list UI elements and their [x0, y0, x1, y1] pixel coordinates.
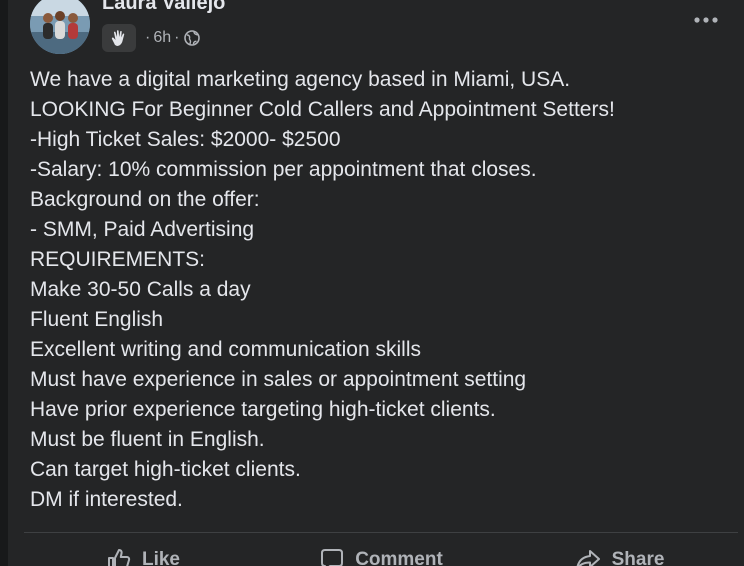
meta-separator: · [174, 29, 180, 46]
post-line: -High Ticket Sales: $2000- $2500 [30, 128, 341, 151]
thumbs-up-icon [106, 547, 132, 566]
comment-button[interactable]: Comment [262, 538, 500, 566]
post-line: Must be fluent in English. [30, 428, 265, 451]
post-line: Have prior experience targeting high-tic… [30, 398, 496, 421]
post-line: REQUIREMENTS: [30, 248, 206, 271]
post-line: We have a digital marketing agency based… [30, 68, 571, 91]
globe-icon[interactable] [184, 30, 201, 46]
comment-icon [319, 547, 345, 566]
avatar[interactable] [30, 0, 90, 54]
post-line: Make 30-50 Calls a day [30, 278, 251, 301]
post-line: Can target high-ticket clients. [30, 458, 301, 481]
post-line: - SMM, Paid Advertising [30, 218, 255, 241]
share-button[interactable]: Share [500, 538, 738, 566]
post-action-bar: Like Comment Share [24, 538, 738, 566]
post-line: -Salary: 10% commission per appointment … [30, 158, 537, 181]
like-label: Like [141, 549, 181, 566]
post-line: LOOKING For Beginner Cold Callers and Ap… [30, 98, 615, 121]
meta-separator: · [145, 29, 151, 46]
avatar-photo [30, 0, 90, 54]
post-line: DM if interested. [30, 488, 183, 511]
post-time[interactable]: 6h [153, 29, 171, 47]
comment-label: Comment [355, 549, 443, 566]
post-text: We have a digital marketing agency based… [30, 65, 730, 515]
author-name[interactable]: Laura Vallejo [102, 0, 225, 15]
post-card: Laura Vallejo · 6h · We have a digital m… [8, 0, 744, 566]
waving-hand-icon[interactable] [102, 24, 136, 52]
post-line: Must have experience in sales or appoint… [30, 368, 527, 391]
post-line: Background on the offer: [30, 188, 260, 211]
post-meta: · 6h · [102, 24, 201, 52]
share-label: Share [611, 549, 665, 566]
post-line: Excellent writing and communication skil… [30, 338, 421, 361]
action-bar-divider [24, 532, 738, 533]
more-options-icon[interactable] [688, 6, 724, 34]
post-line: Fluent English [30, 308, 164, 331]
like-button[interactable]: Like [24, 538, 262, 566]
share-icon [574, 547, 602, 566]
